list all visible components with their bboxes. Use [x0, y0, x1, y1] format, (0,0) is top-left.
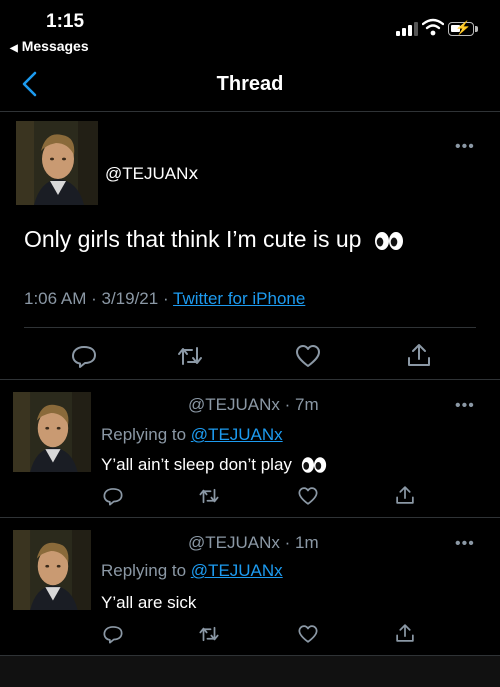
like-button[interactable] [297, 623, 319, 645]
wifi-icon [421, 18, 445, 41]
reply-button[interactable] [102, 623, 124, 645]
reply-text: Y’all ain’t sleep don’t play [101, 455, 327, 476]
share-icon [396, 486, 414, 504]
reply-icon [103, 488, 123, 506]
reply-handle[interactable]: @TEJUANx [188, 533, 280, 552]
replying-to: Replying to @TEJUANx [101, 425, 283, 445]
divider [24, 327, 476, 328]
more-options-icon[interactable]: ••• [455, 397, 475, 415]
reply-age: 7m [294, 395, 319, 414]
cellular-signal-icon [396, 22, 418, 36]
eyes-emoji-icon [368, 227, 404, 254]
share-button[interactable] [394, 622, 416, 644]
reply-icon [103, 626, 123, 644]
reply-header: @TEJUANx · 7m [188, 395, 319, 414]
avatar[interactable] [13, 392, 91, 472]
reply-text-body: Y’all ain’t sleep don’t play [101, 455, 292, 474]
reply-header: @TEJUANx · 1m [188, 533, 319, 552]
like-button[interactable] [294, 342, 322, 370]
like-icon [296, 345, 320, 367]
reply-tweet[interactable]: ••• @TEJUANx · 7m Replying to @TEJUANx Y… [0, 381, 500, 518]
tweet-text-body: Only girls that think I’m cute is up [24, 226, 362, 252]
tweet-text: Only girls that think I’m cute is up [24, 226, 404, 254]
replying-mention-link[interactable]: @TEJUANx [191, 425, 283, 444]
replying-to: Replying to @TEJUANx [101, 561, 283, 581]
retweet-icon [178, 347, 202, 365]
reply-icon [72, 346, 96, 368]
retweet-button[interactable] [198, 485, 220, 507]
reply-handle[interactable]: @TEJUANx [188, 395, 280, 414]
avatar[interactable] [13, 530, 91, 610]
retweet-icon [199, 488, 219, 504]
replying-prefix: Replying to [101, 425, 187, 444]
nav-bar: Thread [0, 58, 500, 112]
replying-mention-link[interactable]: @TEJUANx [191, 561, 283, 580]
reply-text: Y’all are sick [101, 593, 197, 612]
bottom-bar [0, 656, 500, 687]
share-icon [396, 624, 414, 642]
share-button[interactable] [394, 484, 416, 506]
reply-button[interactable] [102, 485, 124, 507]
tweet-time: 1:06 AM [24, 289, 87, 308]
replying-prefix: Replying to [101, 561, 187, 580]
tweet-date: 3/19/21 [101, 289, 159, 308]
back-app-label: Messages [21, 38, 89, 54]
reply-age: 1m [294, 533, 319, 552]
battery-icon: ⚡ [448, 20, 474, 36]
status-bar: 1:15 ◀ Messages ⚡ [0, 0, 500, 58]
back-to-app-button[interactable]: ◀ Messages [10, 38, 89, 54]
back-triangle-icon: ◀ [10, 43, 18, 54]
like-button[interactable] [297, 485, 319, 507]
tweet-meta: 1:06 AM · 3/19/21 · Twitter for iPhone [24, 289, 306, 308]
avatar[interactable] [16, 121, 98, 205]
tweet-handle[interactable]: @TEJUAN𝗑 [105, 164, 198, 184]
retweet-button[interactable] [198, 623, 220, 645]
like-icon [298, 487, 318, 505]
reply-button[interactable] [70, 342, 98, 370]
more-options-icon[interactable]: ••• [455, 535, 475, 553]
status-time: 1:15 [46, 11, 85, 32]
main-tweet[interactable]: ••• @TEJUAN𝗑 Only girls that think I’m c… [0, 112, 500, 380]
retweet-icon [199, 626, 219, 642]
retweet-button[interactable] [176, 342, 204, 370]
tweet-source-link[interactable]: Twitter for iPhone [173, 289, 305, 308]
like-icon [298, 625, 318, 643]
page-title: Thread [216, 73, 284, 95]
share-icon [408, 344, 430, 366]
reply-tweet[interactable]: ••• @TEJUANx · 1m Replying to @TEJUANx Y… [0, 519, 500, 656]
share-button[interactable] [405, 341, 433, 369]
eyes-emoji-icon [297, 456, 327, 476]
more-options-icon[interactable]: ••• [455, 138, 475, 156]
